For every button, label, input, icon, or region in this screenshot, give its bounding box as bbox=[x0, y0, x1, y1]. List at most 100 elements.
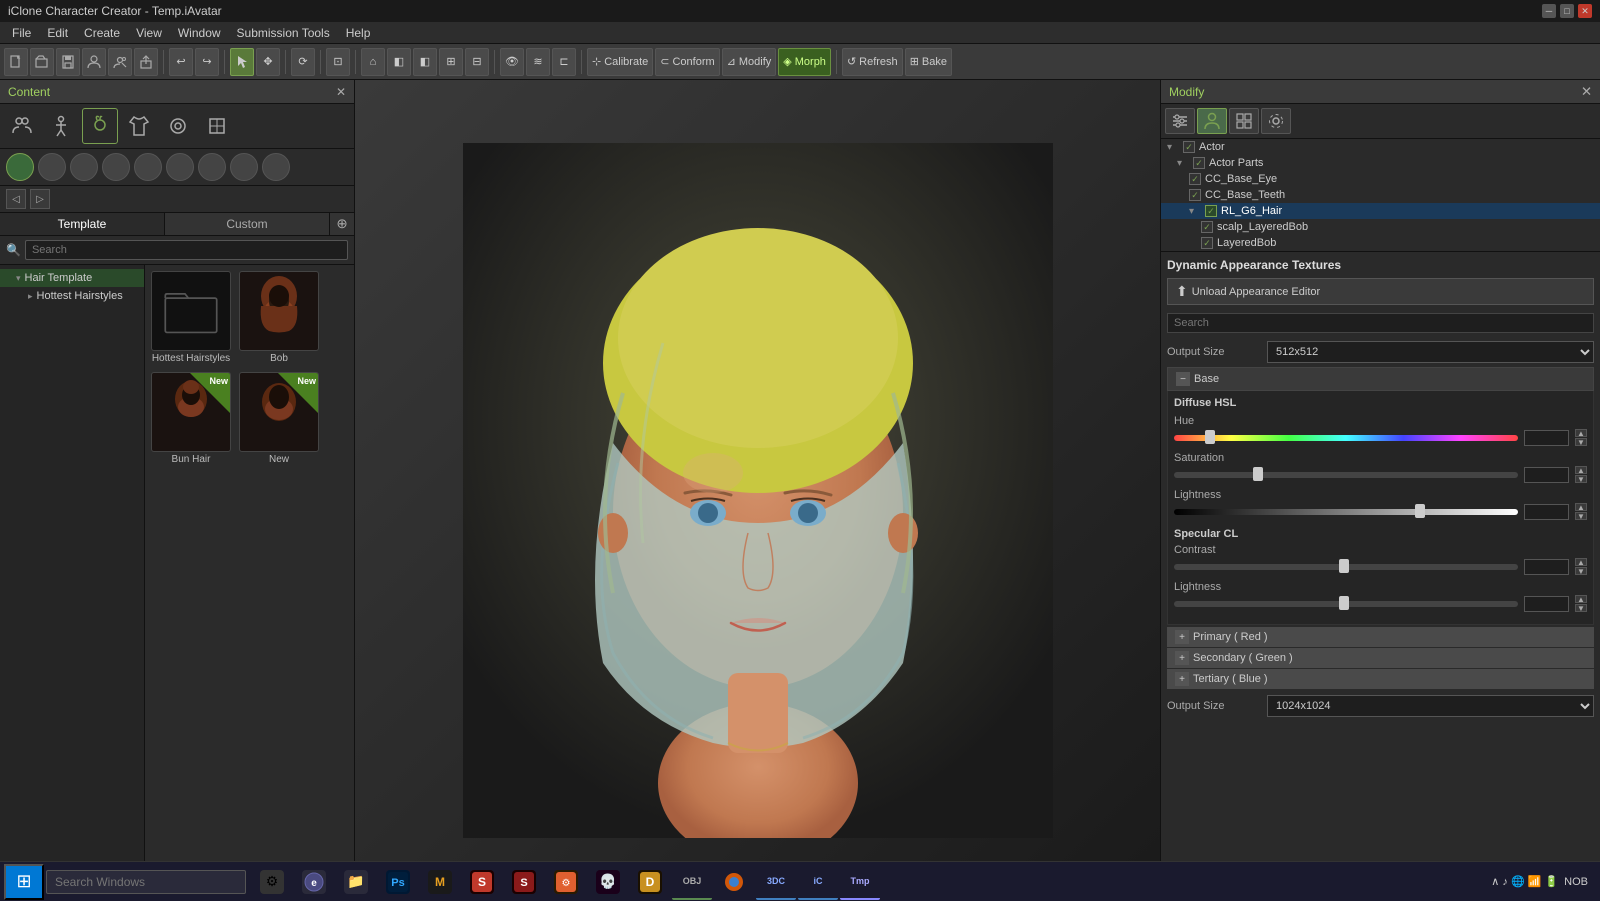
actor-checkbox[interactable]: ✓ bbox=[1183, 141, 1195, 153]
conform-button[interactable]: ⊂ Conform bbox=[655, 48, 719, 76]
lightness-value[interactable]: 0.70 bbox=[1524, 504, 1569, 520]
circle-3[interactable] bbox=[102, 153, 130, 181]
maximize-button[interactable]: □ bbox=[1560, 4, 1574, 18]
save-button[interactable] bbox=[56, 48, 80, 76]
nav-forward-button[interactable]: ▷ bbox=[30, 189, 50, 209]
actor-parts-checkbox[interactable]: ✓ bbox=[1193, 157, 1205, 169]
taskbar-files[interactable]: 📁 bbox=[336, 864, 376, 900]
hair-icon-btn[interactable] bbox=[82, 108, 118, 144]
lightness2-slider[interactable] bbox=[1174, 601, 1518, 607]
taskbar-s1[interactable]: S bbox=[462, 864, 502, 900]
lightness2-value[interactable]: 0.00 bbox=[1524, 596, 1569, 612]
new-scene-button[interactable] bbox=[4, 48, 28, 76]
right-panel-close[interactable]: ✕ bbox=[1581, 84, 1592, 100]
redo-button[interactable]: ↪ bbox=[195, 48, 219, 76]
circle-1[interactable] bbox=[38, 153, 66, 181]
menu-view[interactable]: View bbox=[128, 24, 170, 42]
taskbar-iclone[interactable]: iC bbox=[798, 864, 838, 900]
taskbar-temp[interactable]: Tmp bbox=[840, 864, 880, 900]
scene-cc-teeth[interactable]: ✓ CC_Base_Teeth bbox=[1161, 187, 1600, 203]
clothes-icon-btn[interactable] bbox=[121, 108, 157, 144]
contrast-thumb[interactable] bbox=[1339, 559, 1349, 573]
menu-window[interactable]: Window bbox=[170, 24, 229, 42]
output-size2-select[interactable]: 1024x1024 512x512 bbox=[1267, 695, 1594, 717]
saturation-slider[interactable] bbox=[1174, 472, 1518, 478]
tab-template[interactable]: Template bbox=[0, 213, 165, 235]
move-button[interactable]: ✥ bbox=[256, 48, 280, 76]
base-section-header[interactable]: − Base bbox=[1167, 367, 1594, 391]
list-item[interactable]: New New bbox=[237, 370, 321, 467]
taskbar-ps[interactable]: Ps bbox=[378, 864, 418, 900]
tertiary-section-header[interactable]: + Tertiary ( Blue ) bbox=[1167, 669, 1594, 689]
menu-file[interactable]: File bbox=[4, 24, 39, 42]
undo-button[interactable]: ↩ bbox=[169, 48, 193, 76]
tab-custom[interactable]: Custom bbox=[165, 213, 330, 235]
list-item[interactable]: Bob bbox=[237, 269, 321, 366]
contrast-down[interactable]: ▼ bbox=[1575, 567, 1587, 575]
contrast-value[interactable]: 0.00 bbox=[1524, 559, 1569, 575]
right-icon-person[interactable] bbox=[1197, 108, 1227, 134]
start-button[interactable]: ⊞ bbox=[4, 864, 44, 900]
taskbar-3dcoat[interactable]: 3DC bbox=[756, 864, 796, 900]
bake-button[interactable]: ⊞ Bake bbox=[905, 48, 952, 76]
cc-eye-checkbox[interactable]: ✓ bbox=[1189, 173, 1201, 185]
scalp-bob-checkbox[interactable]: ✓ bbox=[1201, 221, 1213, 233]
rl-hair-checkbox[interactable]: ✓ bbox=[1205, 205, 1217, 217]
right-icon-sliders[interactable] bbox=[1165, 108, 1195, 134]
scene-rl-hair[interactable]: ▾ ✓ RL_G6_Hair bbox=[1161, 203, 1600, 219]
menu-help[interactable]: Help bbox=[338, 24, 379, 42]
view2-button[interactable]: ◧ bbox=[413, 48, 437, 76]
eye-button[interactable]: 👁 bbox=[500, 48, 524, 76]
content-close-button[interactable]: ✕ bbox=[336, 85, 346, 99]
scene-actor-parts[interactable]: ▾ ✓ Actor Parts bbox=[1161, 155, 1600, 171]
scene-layered-bob[interactable]: ✓ LayeredBob bbox=[1161, 235, 1600, 251]
taskbar-skull[interactable]: 💀 bbox=[588, 864, 628, 900]
search-input[interactable] bbox=[25, 240, 348, 260]
secondary-collapse-btn[interactable]: + bbox=[1175, 651, 1189, 665]
tertiary-collapse-btn[interactable]: + bbox=[1175, 672, 1189, 686]
unload-appearance-button[interactable]: ⬆ Unload Appearance Editor bbox=[1167, 278, 1594, 305]
tree-hottest[interactable]: ▸ Hottest Hairstyles bbox=[0, 287, 144, 305]
taskbar-s2[interactable]: S bbox=[504, 864, 544, 900]
view1-button[interactable]: ◧ bbox=[387, 48, 411, 76]
mode-button[interactable]: ⊏ bbox=[552, 48, 576, 76]
wire-button[interactable]: ≋ bbox=[526, 48, 550, 76]
menu-edit[interactable]: Edit bbox=[39, 24, 76, 42]
taskbar-search-input[interactable] bbox=[46, 870, 246, 894]
primary-collapse-btn[interactable]: + bbox=[1175, 630, 1189, 644]
view3-button[interactable]: ⊞ bbox=[439, 48, 463, 76]
view4-button[interactable]: ⊟ bbox=[465, 48, 489, 76]
refresh-button[interactable]: ↺ Refresh bbox=[842, 48, 903, 76]
scale-button[interactable]: ⊡ bbox=[326, 48, 350, 76]
taskbar-d[interactable]: D bbox=[630, 864, 670, 900]
right-search-input[interactable] bbox=[1167, 313, 1594, 333]
menu-submission[interactable]: Submission Tools bbox=[229, 24, 338, 42]
taskbar-browser1[interactable]: e bbox=[294, 864, 334, 900]
tab-expand-button[interactable]: ⊕ bbox=[330, 213, 354, 235]
lightness2-thumb[interactable] bbox=[1339, 596, 1349, 610]
rotate-button[interactable]: ⟳ bbox=[291, 48, 315, 76]
circle-4[interactable] bbox=[134, 153, 162, 181]
people-icon-btn[interactable] bbox=[4, 108, 40, 144]
menu-create[interactable]: Create bbox=[76, 24, 128, 42]
layered-bob-checkbox[interactable]: ✓ bbox=[1201, 237, 1213, 249]
home-button[interactable]: ⌂ bbox=[361, 48, 385, 76]
import-avatar-button[interactable] bbox=[82, 48, 106, 76]
morph-button[interactable]: ◈ Morph bbox=[778, 48, 831, 76]
cc-teeth-checkbox[interactable]: ✓ bbox=[1189, 189, 1201, 201]
lightness2-up[interactable]: ▲ bbox=[1575, 595, 1587, 603]
primary-section-header[interactable]: + Primary ( Red ) bbox=[1167, 627, 1594, 647]
hue-down[interactable]: ▼ bbox=[1575, 438, 1587, 446]
close-button[interactable]: ✕ bbox=[1578, 4, 1592, 18]
tree-hair-template[interactable]: ▾ Hair Template bbox=[0, 269, 144, 287]
base-collapse-btn[interactable]: − bbox=[1176, 372, 1190, 386]
minimize-button[interactable]: ─ bbox=[1542, 4, 1556, 18]
open-button[interactable] bbox=[30, 48, 54, 76]
hue-thumb[interactable] bbox=[1205, 430, 1215, 444]
lightness-thumb[interactable] bbox=[1415, 504, 1425, 518]
right-icon-settings[interactable] bbox=[1261, 108, 1291, 134]
circle-6[interactable] bbox=[198, 153, 226, 181]
scene-scalp-bob[interactable]: ✓ scalp_LayeredBob bbox=[1161, 219, 1600, 235]
import-button[interactable] bbox=[108, 48, 132, 76]
props-icon-btn[interactable] bbox=[199, 108, 235, 144]
